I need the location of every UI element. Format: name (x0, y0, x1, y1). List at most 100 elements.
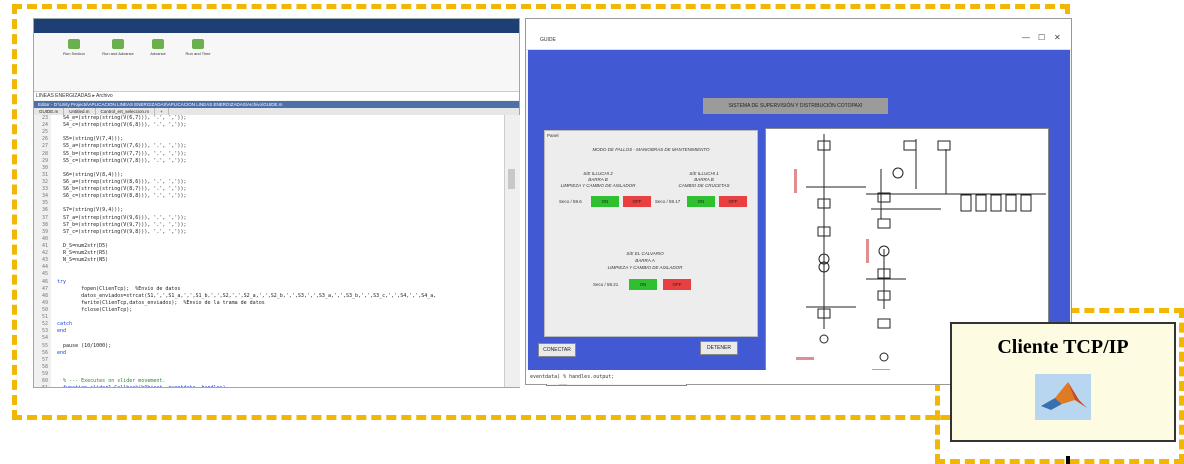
code-line[interactable]: 40 (34, 235, 504, 243)
line-number: 39 (34, 228, 51, 236)
section-3-off-button[interactable]: OFF (663, 279, 691, 290)
minimize-icon[interactable]: — (1022, 33, 1030, 42)
advance-button[interactable]: Advance (138, 39, 178, 56)
line-number: 24 (34, 122, 51, 130)
line-number: 43 (34, 257, 51, 265)
line-number: 51 (34, 314, 51, 322)
code-line[interactable]: 23 S4_e=(strrep(string(V(6,7))), '.', ',… (34, 115, 504, 123)
stop-button[interactable]: DETENER (700, 341, 738, 355)
maximize-icon[interactable]: ☐ (1038, 33, 1045, 42)
code-text: S4_e=(strrep(string(V(6,7))), '.', ','))… (51, 115, 187, 121)
run-advance-button[interactable]: Run and Advance (98, 39, 138, 56)
code-text: fopen(ClienTcp); %Envio de datos (51, 285, 181, 292)
section-1-state: Seco / 59.6 (559, 199, 582, 204)
fault-panel: Panel MODO DE FALLOS - MANIOBRAS DE MANT… (544, 130, 758, 337)
line-number: 60 (34, 378, 51, 386)
run-time-label: Run and Time (185, 51, 211, 56)
code-line[interactable]: 48 datos_enviados=strcat(S1,',',S1_a,','… (34, 292, 504, 300)
code-line[interactable]: 30 (34, 164, 504, 172)
code-line[interactable]: 50 fclose(ClienTcp); (34, 306, 504, 315)
code-line[interactable]: 43 N_S=num2str(N5) (34, 257, 504, 265)
code-line[interactable]: 42 R_S=num2str(R5) (34, 250, 504, 258)
code-line[interactable]: 24 S4_c=(strrep(string(V(6,8))), '.', ',… (34, 122, 504, 130)
line-number: 40 (34, 235, 51, 243)
code-line[interactable]: 44 (34, 264, 504, 272)
code-text: function slider1_Callback(hObject, event… (51, 385, 226, 387)
line-number: 30 (34, 164, 51, 172)
code-line[interactable]: 37 S7_a=(strrep(string(V(9,6))), '.', ',… (34, 214, 504, 222)
line-number: 35 (34, 200, 51, 208)
editor-tabs: GUIDE.m Untitled.m Control_ert_seleccion.m… (34, 108, 519, 115)
code-line[interactable]: 26 S5=(string(V(7,4))); (34, 136, 504, 144)
code-line[interactable]: 51 (34, 314, 504, 322)
line-number: 29 (34, 157, 51, 165)
tab-add[interactable]: + (155, 108, 169, 115)
code-line[interactable]: 25 (34, 129, 504, 137)
line-number: 38 (34, 221, 51, 229)
line-number: 34 (34, 193, 51, 201)
line-number: 47 (34, 285, 51, 293)
code-line[interactable]: 56 end (34, 349, 504, 357)
code-line[interactable]: 49 fwrite(ClienTcp,datos_enviados); %Env… (34, 299, 504, 307)
code-line[interactable]: 46 try (34, 278, 504, 286)
line-number: 33 (34, 186, 51, 194)
line-number: 26 (34, 136, 51, 144)
code-line[interactable]: 61 function slider1_Callback(hObject, ev… (34, 385, 504, 387)
line-number: 48 (34, 292, 51, 300)
run-time-button[interactable]: Run and Time (178, 39, 218, 56)
code-line[interactable]: 28 S5_b=(strrep(string(V(7,7))), '.', ',… (34, 150, 504, 158)
code-line[interactable]: 52 catch (34, 321, 504, 329)
section-1-on-button[interactable]: ON (591, 196, 619, 207)
tab-guide[interactable]: GUIDE.m (34, 108, 65, 115)
code-line[interactable]: 33 S6_b=(strrep(string(V(8,7))), '.', ',… (34, 186, 504, 194)
code-text: datos_enviados=strcat(S1,',',S1_a,',',S1… (51, 292, 437, 299)
section-1-task: LIMPIEZA Y CAMBIO DE AISLADOR (560, 183, 636, 188)
code-line[interactable]: 58 (34, 363, 504, 371)
section-1-name: S/E ILLUCHI 2 (583, 171, 613, 176)
code-line[interactable]: 59 (34, 370, 504, 379)
line-number: 42 (34, 250, 51, 258)
line-number: 53 (34, 328, 51, 336)
code-line[interactable]: 41 D_S=num2str(D5) (34, 242, 504, 251)
code-line[interactable]: 60 % --- Executes on slider movement. (34, 378, 504, 386)
code-line[interactable]: 35 (34, 200, 504, 208)
code-text: end (51, 349, 67, 356)
current-folder-path[interactable]: LINEAS ENERGIZADAS ▸ Archivo (34, 92, 519, 100)
code-line[interactable]: 55 pause (10/1000); (34, 342, 504, 350)
code-line[interactable]: 36 S7=(string(V(9,4))); (34, 207, 504, 215)
run-time-icon (192, 39, 204, 49)
code-line[interactable]: 47 fopen(ClienTcp); %Envio de datos (34, 285, 504, 293)
code-line[interactable]: 57 (34, 356, 504, 364)
editor-scrollbar[interactable] (504, 115, 520, 387)
close-icon[interactable]: ✕ (1054, 33, 1061, 42)
code-line[interactable]: 53 end (34, 328, 504, 336)
line-number: 49 (34, 299, 51, 307)
code-editor[interactable]: 23 S4_e=(strrep(string(V(6,7))), '.', ',… (34, 115, 504, 387)
line-number: 32 (34, 178, 51, 187)
editor-scroll-thumb[interactable] (508, 169, 515, 189)
code-line[interactable]: 27 S5_a=(strrep(string(V(7,6))), '.', ',… (34, 143, 504, 151)
section-2-off-button[interactable]: OFF (719, 196, 747, 207)
code-text: pause (10/1000); (51, 342, 112, 349)
section-1-off-button[interactable]: OFF (623, 196, 651, 207)
code-line[interactable]: 31 S6=(string(V(8,4))); (34, 171, 504, 179)
connect-button[interactable]: CONECTAR (538, 343, 576, 357)
code-line[interactable]: 38 S7_b=(strrep(string(V(9,7))), '.', ',… (34, 221, 504, 229)
code-line[interactable]: 29 S5_c=(strrep(string(V(7,8))), '.', ',… (34, 157, 504, 165)
code-line[interactable]: 32 S6_a=(strrep(string(V(8,6))), '.', ',… (34, 178, 504, 187)
code-line[interactable]: 39 S7_c=(strrep(string(V(9,8))), '.', ',… (34, 228, 504, 236)
section-2-on-button[interactable]: ON (687, 196, 715, 207)
tab-control[interactable]: Control_ert_seleccion.m (96, 108, 156, 115)
code-line[interactable]: 45 (34, 271, 504, 279)
run-section-button[interactable]: Run Section (54, 39, 94, 56)
matlab-logo-icon (1035, 374, 1091, 420)
code-line[interactable]: 34 S6_c=(strrep(string(V(8,8))), '.', ',… (34, 193, 504, 201)
section-2-bar: BARRA B (694, 177, 714, 182)
section-3-on-button[interactable]: ON (629, 279, 657, 290)
matlab-window: Run Section Run and Advance Advance Run … (33, 18, 520, 388)
advance-label: Advance (150, 51, 166, 56)
line-number: 58 (34, 363, 51, 371)
code-line[interactable]: 54 (34, 335, 504, 343)
tab-untitled[interactable]: Untitled.m (64, 108, 96, 115)
code-text: try (51, 278, 67, 285)
